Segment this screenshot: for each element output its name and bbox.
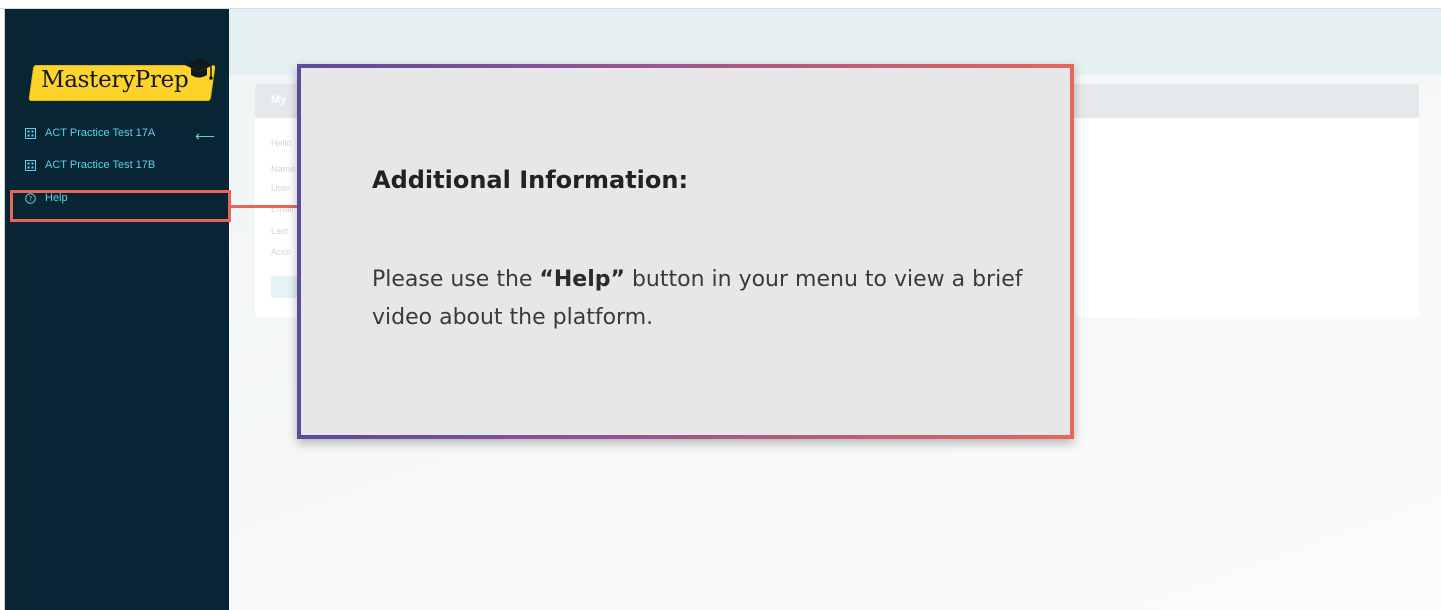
sidebar-item-label: ACT Practice Test 17A	[45, 127, 156, 139]
grid-icon	[25, 159, 36, 171]
grid-icon	[25, 127, 36, 139]
arrow-left-icon: ⟵	[195, 128, 216, 144]
sidebar: MasteryPrep ACT Practice Test 17A ⟵ ACT …	[5, 9, 231, 610]
callout-text: Please use the “Help” button in your men…	[372, 261, 1032, 337]
sidebar-item-act-17a[interactable]: ACT Practice Test 17A ⟵	[5, 116, 229, 150]
screen: My Hello Name User Email Last Acco Maste…	[0, 0, 1441, 610]
profile-row-label: Acco	[271, 247, 292, 257]
profile-row-label: Last	[271, 226, 289, 236]
info-callout: Additional Information: Please use the “…	[297, 64, 1074, 439]
profile-card-title: My	[271, 94, 287, 106]
info-callout-body: Additional Information: Please use the “…	[301, 68, 1070, 435]
logo-text: MasteryPrep	[41, 67, 189, 93]
callout-text-start: Please use the	[372, 267, 540, 292]
profile-row-label: Hello	[271, 138, 292, 148]
profile-row-label: User	[271, 183, 291, 193]
sidebar-item-act-17b[interactable]: ACT Practice Test 17B	[5, 148, 229, 182]
profile-row-label: Name	[271, 164, 296, 174]
masteryprep-logo: MasteryPrep	[28, 58, 217, 103]
highlight-connector-line	[229, 205, 300, 208]
graduation-cap-icon	[185, 58, 213, 80]
help-highlight-box	[10, 190, 231, 222]
sidebar-item-label: ACT Practice Test 17B	[45, 159, 156, 171]
callout-title: Additional Information:	[372, 166, 689, 194]
callout-text-bold: “Help”	[539, 267, 625, 292]
